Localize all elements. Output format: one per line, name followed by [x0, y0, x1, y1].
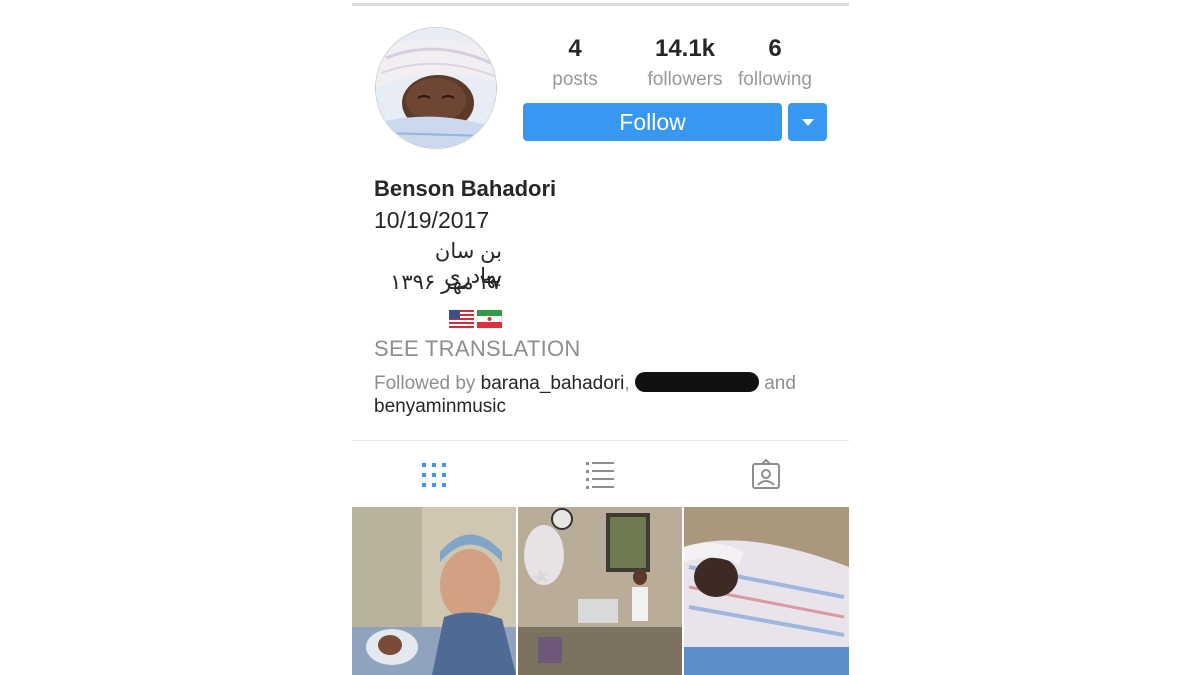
followed-by: Followed by barana_bahadori, and benyami… [374, 372, 834, 418]
tagged-photos-icon [752, 458, 780, 489]
profile-screen: 4 posts 14.1k followers 6 following Foll… [352, 0, 849, 675]
see-translation-link[interactable]: SEE TRANSLATION [374, 336, 581, 362]
followed-user-link[interactable]: benyaminmusic [374, 396, 506, 417]
flags-emoji [449, 309, 503, 329]
followed-separator: , [624, 373, 630, 394]
iran-flag-icon [476, 309, 503, 329]
followed-by-prefix: Followed by [374, 373, 476, 394]
posts-number: 4 [568, 35, 582, 62]
tab-grid[interactable] [414, 455, 454, 495]
redacted-username [634, 372, 759, 392]
profile-name: Benson Bahadori [374, 176, 557, 201]
follow-button[interactable]: Follow [523, 103, 782, 141]
bio-date: 10/19/2017 [374, 207, 490, 233]
top-divider [352, 3, 849, 6]
posts-count[interactable]: 4 posts [540, 35, 610, 97]
tab-list[interactable] [580, 455, 620, 495]
post-thumbnail[interactable] [352, 507, 516, 675]
followed-user-link[interactable]: barana_bahadori [481, 373, 625, 394]
post-thumbnail[interactable] [684, 507, 849, 675]
avatar-photo [376, 28, 496, 148]
tab-tagged[interactable] [746, 455, 786, 495]
bio-persian-date: ۲۷ مهر ۱۳۹۶ [390, 271, 502, 294]
followers-count[interactable]: 14.1k followers [630, 35, 740, 97]
grid-view-icon [422, 463, 446, 487]
following-count[interactable]: 6 following [730, 35, 820, 97]
following-number: 6 [768, 35, 782, 62]
section-divider [352, 440, 849, 441]
chevron-down-icon [802, 119, 814, 126]
post-photo-father-baby [352, 507, 516, 675]
us-flag-icon [449, 309, 475, 329]
list-view-icon [586, 462, 614, 489]
followers-label: followers [647, 69, 723, 90]
suggested-accounts-button[interactable] [788, 103, 827, 141]
post-photo-newborn [684, 507, 849, 675]
followed-and: and [764, 373, 796, 394]
following-label: following [738, 69, 812, 90]
post-photo-hospital-room [518, 507, 682, 675]
followers-number: 14.1k [654, 35, 716, 62]
posts-label: posts [552, 69, 598, 90]
post-thumbnail[interactable] [518, 507, 682, 675]
avatar[interactable] [376, 28, 496, 148]
